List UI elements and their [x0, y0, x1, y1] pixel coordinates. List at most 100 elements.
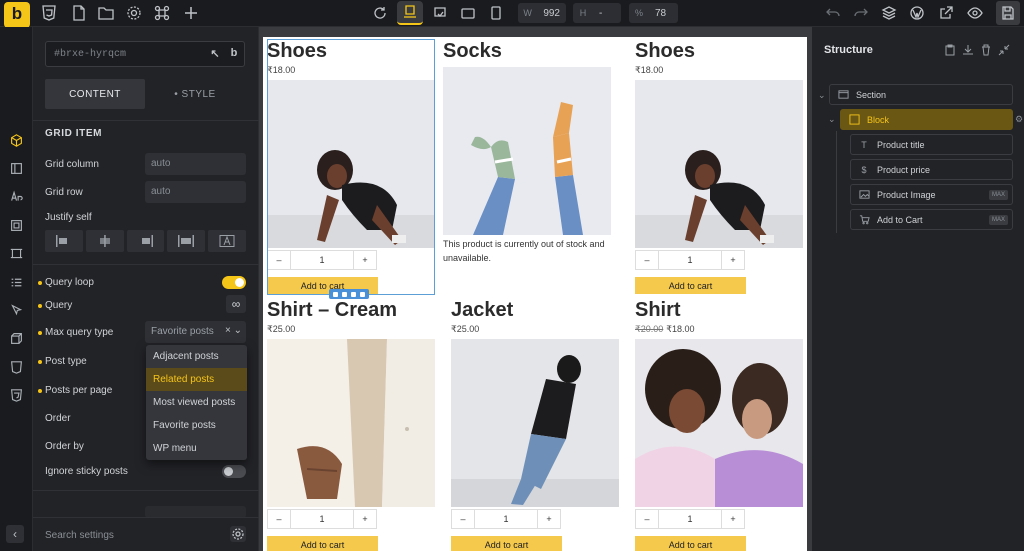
decrease-button[interactable]: –	[636, 251, 658, 269]
toolbar-move-icon[interactable]	[360, 291, 365, 297]
quantity-stepper[interactable]: – 1 +	[635, 250, 745, 270]
width-value[interactable]: 992	[537, 8, 566, 19]
dropdown-option-adjacent-posts[interactable]: Adjacent posts	[146, 345, 247, 368]
increase-button[interactable]: +	[538, 510, 560, 528]
product-title[interactable]: Socks	[443, 39, 611, 63]
structure-item-section[interactable]: Section	[829, 84, 1013, 105]
structure-item-product-image[interactable]: Product Image MAX	[850, 184, 1013, 205]
quantity-stepper[interactable]: – 1 +	[267, 250, 377, 270]
product-image-woman-crouching[interactable]	[267, 80, 435, 248]
product-card[interactable]: Shoes ₹18.00 – 1 + Add to cart	[635, 39, 803, 294]
height-value[interactable]: -	[593, 8, 608, 19]
element-id-field[interactable]: #brxe-hyrqcm ↖ b	[45, 41, 245, 67]
decrease-button[interactable]: –	[636, 510, 658, 528]
section-title-grid-item[interactable]: GRID ITEM	[45, 128, 102, 139]
justify-baseline-button[interactable]	[208, 230, 246, 252]
command-icon[interactable]	[153, 4, 171, 22]
product-image-woman-crouching[interactable]	[635, 80, 803, 248]
collapse-icon[interactable]	[998, 44, 1010, 56]
clear-chevron-icon[interactable]: × ⌄	[225, 325, 242, 336]
border-icon[interactable]	[8, 245, 24, 261]
quantity-stepper[interactable]: – 1 +	[451, 509, 561, 529]
tablet-device-icon[interactable]	[459, 4, 477, 22]
product-image-socks[interactable]	[443, 67, 611, 235]
width-field[interactable]: W 992	[518, 3, 566, 23]
quantity-value[interactable]: 1	[658, 510, 722, 528]
product-card[interactable]: Shirt – Cream ₹25.00 – 1 + Add to cart	[267, 298, 435, 551]
zoom-field[interactable]: % 78	[629, 3, 678, 23]
pointer-select-icon[interactable]: ↖	[208, 47, 222, 61]
add-to-cart-button[interactable]: Add to cart	[451, 536, 562, 551]
product-title[interactable]: Shirt – Cream	[267, 298, 435, 322]
grid-column-input[interactable]: auto	[145, 153, 246, 175]
undo-icon[interactable]	[824, 4, 842, 22]
increase-button[interactable]: +	[722, 510, 744, 528]
bricks-logo[interactable]: b	[4, 2, 30, 28]
dropdown-option-favorite-posts[interactable]: Favorite posts	[146, 414, 247, 437]
product-card[interactable]: Jacket ₹25.00 – 1 + Add to cart	[451, 298, 619, 551]
add-to-cart-button[interactable]: Add to cart	[635, 277, 746, 294]
folder-icon[interactable]	[97, 4, 115, 22]
justify-start-button[interactable]	[45, 230, 83, 252]
save-icon[interactable]	[996, 1, 1020, 25]
download-icon[interactable]	[962, 44, 974, 56]
elements-cube-icon[interactable]	[8, 132, 24, 148]
add-to-cart-button[interactable]: Add to cart	[267, 536, 378, 551]
desktop-device-icon[interactable]	[397, 1, 423, 25]
css-icon[interactable]	[8, 387, 24, 403]
collapse-panel-button[interactable]: ‹	[6, 525, 24, 543]
page-icon[interactable]	[70, 4, 88, 22]
structure-item-add-to-cart[interactable]: Add to Cart MAX	[850, 209, 1013, 230]
increase-button[interactable]: +	[354, 251, 376, 269]
3d-box-icon[interactable]	[8, 330, 24, 346]
height-field[interactable]: H -	[573, 3, 621, 23]
increase-button[interactable]: +	[722, 251, 744, 269]
quantity-value[interactable]: 1	[474, 510, 538, 528]
wordpress-icon[interactable]	[908, 4, 926, 22]
decrease-button[interactable]: –	[268, 251, 290, 269]
ignore-sticky-posts-toggle[interactable]	[222, 465, 246, 478]
dropdown-option-wp-menu[interactable]: WP menu	[146, 437, 247, 460]
list-icon[interactable]	[8, 274, 24, 290]
decrease-button[interactable]: –	[268, 510, 290, 528]
search-settings-input[interactable]: Search settings	[45, 530, 114, 541]
quantity-value[interactable]: 1	[290, 251, 354, 269]
toolbar-delete-icon[interactable]	[342, 291, 347, 297]
tab-content[interactable]: CONTENT	[45, 79, 145, 109]
product-image-cream-shirt[interactable]	[267, 339, 435, 507]
redo-icon[interactable]	[852, 4, 870, 22]
zoom-value[interactable]: 78	[649, 8, 672, 19]
laptop-device-icon[interactable]	[431, 4, 449, 22]
toolbar-duplicate-icon[interactable]	[351, 291, 356, 297]
typography-icon[interactable]	[8, 188, 24, 204]
structure-item-product-price[interactable]: $ Product price	[850, 159, 1013, 180]
preview-eye-icon[interactable]	[966, 4, 984, 22]
toolbar-chevron-icon[interactable]	[333, 291, 338, 297]
quantity-stepper[interactable]: – 1 +	[267, 509, 377, 529]
increase-button[interactable]: +	[354, 510, 376, 528]
query-infinity-button[interactable]: ∞	[226, 295, 246, 313]
layout-icon[interactable]	[8, 160, 24, 176]
refresh-icon[interactable]	[371, 4, 389, 22]
settings-gear-icon[interactable]	[125, 4, 143, 22]
mobile-device-icon[interactable]	[487, 4, 505, 22]
justify-center-button[interactable]	[85, 230, 124, 252]
add-element-icon[interactable]	[182, 4, 200, 22]
chevron-down-icon[interactable]: ⌄	[818, 90, 826, 101]
product-title[interactable]: Shoes	[267, 39, 435, 63]
product-card[interactable]: Shoes ₹18.00 – 1 + Add to cart	[267, 39, 435, 294]
max-query-type-select[interactable]: Favorite posts × ⌄	[145, 321, 246, 343]
clipboard-icon[interactable]	[944, 44, 956, 56]
product-card[interactable]: Shirt ₹20.00 ₹18.00 – 1 + Add to cart	[635, 298, 803, 551]
html-icon[interactable]	[8, 359, 24, 375]
pointer-icon[interactable]	[8, 302, 24, 318]
product-title[interactable]: Shoes	[635, 39, 803, 63]
query-loop-toggle[interactable]	[222, 276, 246, 289]
decrease-button[interactable]: –	[452, 510, 474, 528]
product-image-jacket[interactable]	[451, 339, 619, 507]
grid-row-input[interactable]: auto	[145, 181, 246, 203]
tab-style[interactable]: • STYLE	[145, 79, 245, 109]
quantity-stepper[interactable]: – 1 +	[635, 509, 745, 529]
justify-end-button[interactable]	[126, 230, 165, 252]
chevron-down-icon[interactable]: ⌄	[828, 114, 836, 125]
